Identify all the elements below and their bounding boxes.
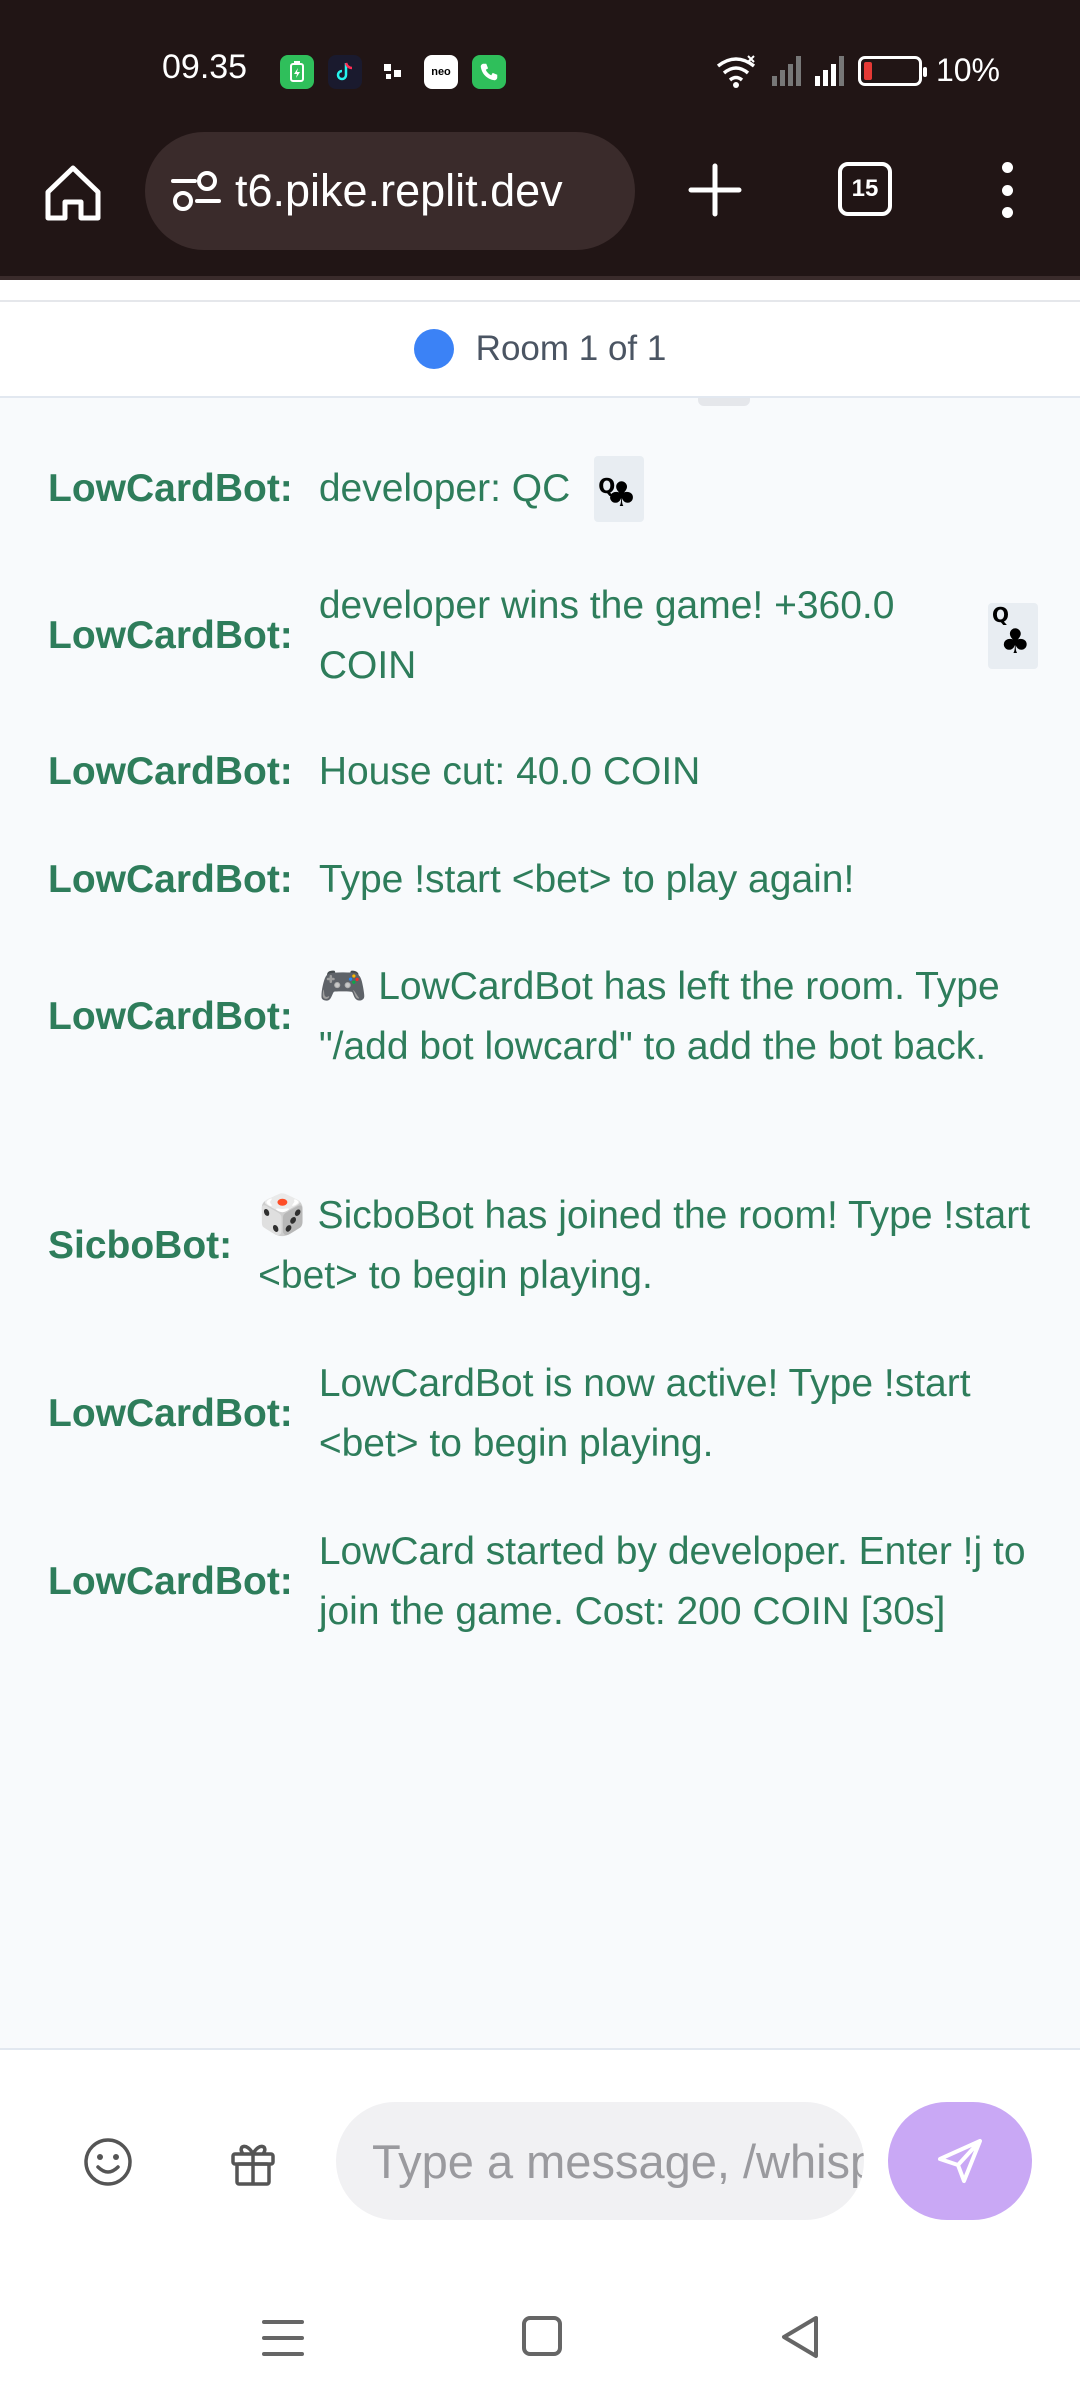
wifi-icon: [716, 54, 756, 88]
home-nav-icon[interactable]: [522, 2316, 562, 2356]
message-text: LowCard started by developer. Enter !j t…: [318, 1530, 1026, 1633]
url-text[interactable]: t6.pike.replit.dev: [235, 165, 563, 217]
send-button[interactable]: [888, 2102, 1032, 2220]
battery-icon: [857, 55, 927, 86]
battery-saver-icon: [280, 55, 314, 89]
message-input[interactable]: [336, 2102, 864, 2220]
message-text: developer: QC: [318, 467, 571, 510]
chat-message: LowCardBot: LowCard started by developer…: [48, 1522, 1059, 1642]
chat-message: SicboBot: 🎲 SicboBot has joined the room…: [48, 1186, 1038, 1306]
message-sender: LowCardBot:: [48, 614, 293, 657]
chat-message: LowCardBot: developer wins the game! +36…: [48, 576, 1038, 696]
browser-menu-icon[interactable]: [992, 162, 1022, 218]
system-nav-bar: [0, 2270, 1080, 2400]
club-suit-icon: ♣: [606, 475, 637, 515]
system-indicators: 10%: [714, 52, 1000, 89]
message-sender: LowCardBot:: [48, 858, 293, 901]
message-sender: LowCardBot:: [48, 467, 293, 510]
room-header[interactable]: Room 1 of 1: [0, 302, 1080, 398]
notification-icons: neo: [280, 55, 506, 89]
room-status-dot: [413, 329, 454, 369]
message-sender: LowCardBot:: [48, 1560, 293, 1603]
message-text: 🎮 LowCardBot has left the room. Type "/a…: [318, 965, 1000, 1068]
app-icon: [376, 55, 410, 89]
club-suit-icon: ♣: [1000, 622, 1031, 662]
address-bar[interactable]: t6.pike.replit.dev: [145, 132, 635, 250]
message-composer: [0, 2048, 1080, 2270]
back-icon[interactable]: [778, 2314, 822, 2360]
playing-card: Q ♣: [594, 456, 645, 522]
header-gap: [0, 280, 1080, 302]
message-text: developer wins the game! +360.0 COIN: [318, 584, 895, 687]
chat-message: LowCardBot: 🎮 LowCardBot has left the ro…: [48, 957, 1039, 1077]
phone-icon: [472, 55, 506, 89]
chat-messages[interactable]: LowCardBot: developer: QC Q ♣ LowCardBot…: [0, 400, 1080, 2048]
chat-message: LowCardBot: House cut: 40.0 COIN: [48, 742, 700, 802]
send-icon: [938, 2139, 982, 2183]
message-sender: LowCardBot:: [48, 1392, 293, 1435]
message-sender: LowCardBot:: [48, 750, 293, 793]
message-text: LowCardBot is now active! Type !start <b…: [318, 1362, 971, 1465]
chat-message: LowCardBot: developer: QC Q ♣: [48, 456, 645, 522]
message-text: House cut: 40.0 COIN: [318, 750, 701, 793]
recent-apps-icon[interactable]: [262, 2320, 304, 2356]
room-label: Room 1 of 1: [475, 329, 667, 368]
status-bar: 09.35 neo 10%: [0, 0, 1080, 130]
gift-icon[interactable]: [225, 2134, 281, 2190]
emoji-icon[interactable]: [80, 2134, 136, 2190]
new-tab-icon[interactable]: [685, 160, 745, 220]
signal-sim1-icon: [771, 55, 801, 86]
message-sender: SicboBot:: [48, 1224, 233, 1267]
battery-percent: 10%: [935, 52, 1000, 88]
tab-switcher-button[interactable]: 15: [838, 162, 892, 216]
home-icon[interactable]: [40, 160, 106, 226]
site-settings-icon[interactable]: [167, 167, 227, 215]
chat-message: LowCardBot: LowCardBot is now active! Ty…: [48, 1354, 1039, 1474]
signal-sim2-icon: [814, 55, 844, 86]
message-text: 🎲 SicboBot has joined the room! Type !st…: [258, 1194, 1031, 1297]
playing-card: Q ♣: [988, 603, 1038, 669]
message-sender: LowCardBot:: [48, 995, 293, 1038]
tiktok-icon: [328, 55, 362, 89]
chat-message: LowCardBot: Type !start <bet> to play ag…: [48, 850, 854, 910]
status-time: 09.35: [162, 48, 248, 86]
browser-toolbar: t6.pike.replit.dev 15: [0, 130, 1080, 276]
message-text: Type !start <bet> to play again!: [318, 858, 855, 901]
neo-icon: neo: [424, 55, 458, 89]
